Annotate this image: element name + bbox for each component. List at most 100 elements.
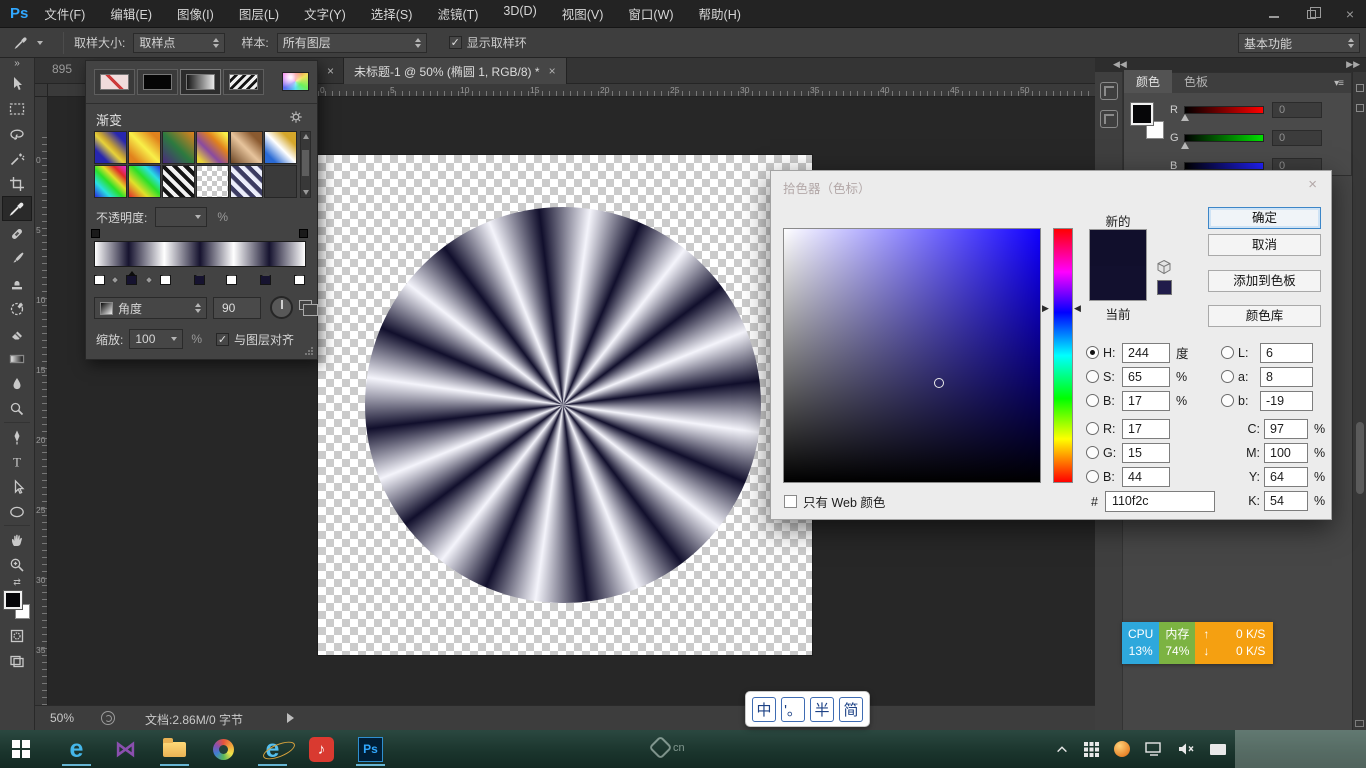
workspace-dropdown[interactable]: 基本功能 <box>1238 33 1360 53</box>
magic-wand-tool[interactable] <box>2 146 32 171</box>
hex-input[interactable]: 110f2c <box>1105 491 1215 512</box>
menu-item[interactable]: 窗口(W) <box>628 4 673 23</box>
gradient-midpoint-icon[interactable] <box>111 276 119 284</box>
radio-button[interactable] <box>1221 370 1234 383</box>
menu-item[interactable]: 帮助(H) <box>699 4 741 23</box>
resize-grip[interactable] <box>304 346 314 356</box>
saturation-brightness-field[interactable] <box>783 228 1041 483</box>
gradient-stop[interactable] <box>160 275 171 285</box>
tab-swatches[interactable]: 色板 <box>1172 70 1220 93</box>
system-monitor-widget[interactable]: CPU 13% 内存 74% ↑0 K/S ↓0 K/S <box>1122 622 1273 664</box>
dodge-tool[interactable] <box>2 396 32 421</box>
eyedropper-tool-preset[interactable] <box>14 36 43 50</box>
scale-dropdown[interactable]: 100 <box>129 329 183 349</box>
eraser-tool[interactable] <box>2 321 32 346</box>
channel-slider[interactable] <box>1184 106 1264 114</box>
scroll-up-icon[interactable] <box>303 134 309 139</box>
menu-item[interactable]: 3D(D) <box>503 4 536 23</box>
ellipse-shape-tool[interactable] <box>2 499 32 524</box>
value-input[interactable]: 244 <box>1122 343 1170 363</box>
taskbar-internet-explorer[interactable]: e <box>258 732 287 766</box>
ime-indicator-bar[interactable]: 中'。半简 <box>745 691 870 727</box>
opacity-dropdown[interactable] <box>155 207 207 227</box>
web-safe-swatch[interactable] <box>1157 280 1172 295</box>
radio-button[interactable] <box>1086 394 1099 407</box>
eyedropper-tool[interactable] <box>2 196 32 221</box>
path-select-tool[interactable] <box>2 474 32 499</box>
ok-button[interactable]: 确定 <box>1208 207 1321 229</box>
add-to-swatches-button[interactable]: 添加到色板 <box>1208 270 1321 292</box>
type-tool[interactable]: T <box>2 449 32 474</box>
value-input[interactable]: 44 <box>1122 467 1170 487</box>
gradient-preset-blue-yellow-blue[interactable] <box>94 131 127 164</box>
taskbar-photoshop[interactable]: Ps <box>356 732 385 766</box>
radio-button[interactable] <box>1221 346 1234 359</box>
value-input[interactable]: 17 <box>1122 419 1170 439</box>
align-checkbox[interactable]: ✓ <box>216 333 229 346</box>
foreground-color-swatch[interactable] <box>4 591 22 609</box>
chevron-up-icon[interactable] <box>1055 743 1069 755</box>
gradient-preset-purple-green-orange[interactable] <box>162 131 195 164</box>
value-input[interactable]: 8 <box>1260 367 1313 387</box>
lasso-tool[interactable] <box>2 121 32 146</box>
taskbar-tray-area[interactable] <box>1235 730 1366 768</box>
cancel-button[interactable]: 取消 <box>1208 234 1321 256</box>
value-input[interactable]: 97 <box>1264 419 1308 439</box>
channel-value-field[interactable]: 0 <box>1272 130 1322 146</box>
dialog-close-icon[interactable]: × <box>1308 176 1317 193</box>
value-input[interactable]: 6 <box>1260 343 1313 363</box>
gradient-editor-bar[interactable] <box>94 241 306 267</box>
value-input[interactable]: 64 <box>1264 467 1308 487</box>
menu-item[interactable]: 图层(L) <box>239 4 279 23</box>
history-panel-icon[interactable] <box>1100 82 1118 100</box>
fill-solid-button[interactable] <box>137 69 178 95</box>
radio-button[interactable] <box>1086 346 1099 359</box>
canvas-artboard[interactable] <box>318 155 812 655</box>
opacity-stop-left[interactable] <box>91 229 100 238</box>
ime-key[interactable]: '。 <box>781 697 805 722</box>
gradient-preset-red-spectrum[interactable] <box>128 165 161 198</box>
ime-key[interactable]: 简 <box>839 697 863 722</box>
quick-mask-button[interactable] <box>2 623 32 648</box>
gradient-stop[interactable] <box>126 275 137 285</box>
document-tab[interactable]: 未标题-1 @ 50% (椭圆 1, RGB/8) * × <box>343 58 567 84</box>
color-field-marker[interactable] <box>934 378 944 388</box>
rectangular-marquee-tool[interactable] <box>2 96 32 121</box>
value-input[interactable]: 100 <box>1264 443 1308 463</box>
ime-key[interactable]: 半 <box>810 697 834 722</box>
taskbar-edge[interactable]: e <box>62 732 91 766</box>
hidden-tab-close-icon[interactable]: × <box>327 64 334 78</box>
gradient-preset-transparent-checker[interactable] <box>196 165 229 198</box>
color-libraries-button[interactable]: 颜色库 <box>1208 305 1321 327</box>
menu-item[interactable]: 文字(Y) <box>304 4 346 23</box>
sample-dropdown[interactable]: 所有图层 <box>277 33 427 53</box>
network-icon[interactable] <box>1145 742 1163 756</box>
radio-button[interactable] <box>1221 394 1234 407</box>
show-sampling-ring-checkbox[interactable]: ✓ 显示取样环 <box>449 34 527 51</box>
fill-none-button[interactable] <box>94 69 135 95</box>
panel-bottom-icon[interactable] <box>1355 720 1364 727</box>
hue-slider[interactable] <box>1053 228 1073 483</box>
value-input[interactable]: 65 <box>1122 367 1170 387</box>
tab-color[interactable]: 颜色 <box>1124 70 1172 93</box>
brush-tool[interactable] <box>2 246 32 271</box>
gradient-stop[interactable] <box>294 275 305 285</box>
gradient-stop[interactable] <box>94 275 105 285</box>
gradient-preset-yellow-purple-orange-yellow[interactable] <box>196 131 229 164</box>
panel-edge-icon[interactable] <box>1356 104 1364 112</box>
panel-foreground-swatch[interactable] <box>1131 103 1153 125</box>
restore-icon[interactable] <box>1307 10 1316 19</box>
gear-icon[interactable] <box>289 110 303 127</box>
value-input[interactable]: 17 <box>1122 391 1170 411</box>
gradient-preset-black-white-stripes[interactable] <box>162 165 195 198</box>
gradient-preset-blue-white-gold[interactable] <box>264 131 297 164</box>
spot-healing-brush-tool[interactable] <box>2 221 32 246</box>
hue-arrow-right-icon[interactable]: ◀ <box>1074 303 1081 314</box>
gradient-stop[interactable] <box>194 275 205 285</box>
fill-pattern-button[interactable] <box>223 69 264 95</box>
gradient-preset-orange-yellow-orange[interactable] <box>128 131 161 164</box>
value-input[interactable]: 54 <box>1264 491 1308 511</box>
close-icon[interactable]: × <box>1344 6 1356 22</box>
collapse-right-icon[interactable]: ▶▶ <box>1346 58 1360 71</box>
gradient-stop[interactable] <box>260 275 271 285</box>
